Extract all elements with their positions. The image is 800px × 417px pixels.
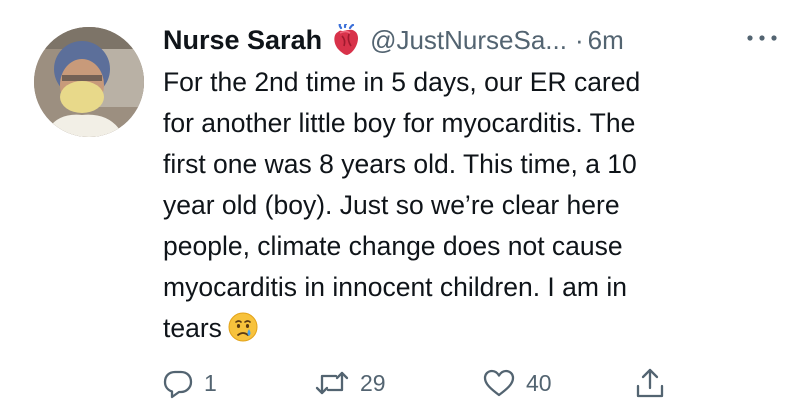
tweet-line: For the 2nd time in 5 days, our ER cared [163,67,641,97]
anatomical-heart-icon [332,22,360,56]
separator-dot: · [574,24,584,55]
more-dots-icon[interactable] [742,28,782,48]
tweet-line: for another little boy for myocarditis. … [163,108,636,138]
reply-button[interactable]: 1 [162,365,217,401]
tweet-line-text: tears [163,313,222,343]
tweet-timestamp[interactable]: 6m [588,25,624,56]
reply-icon [162,367,194,399]
tweet-line-last: tears [163,308,783,349]
like-icon [482,367,516,399]
tweet-line: year old (boy). Just so we’re clear here [163,190,620,220]
tweet-line: first one was 8 years old. This time, a … [163,149,637,179]
like-button[interactable]: 40 [482,365,552,401]
tweet-text: For the 2nd time in 5 days, our ER cared… [163,62,783,349]
retweet-count: 29 [360,369,386,396]
share-button[interactable] [634,365,666,401]
avatar-photo [34,27,144,137]
tweet-line: people, climate change does not cause [163,231,623,261]
author-name[interactable]: Nurse Sarah [163,25,322,56]
share-icon [634,366,666,400]
author-handle[interactable]: @JustNurseSa... [370,25,567,56]
like-count: 40 [526,369,552,396]
action-bar: 1 29 40 [162,365,682,401]
retweet-icon [314,367,350,399]
avatar[interactable] [34,27,144,137]
retweet-button[interactable]: 29 [314,365,386,401]
tweet-header: Nurse Sarah @JustNurseSa... · 6m [163,20,782,60]
crying-face-icon [228,312,258,342]
tweet-line: myocarditis in innocent children. I am i… [163,272,627,302]
reply-count: 1 [204,369,217,396]
